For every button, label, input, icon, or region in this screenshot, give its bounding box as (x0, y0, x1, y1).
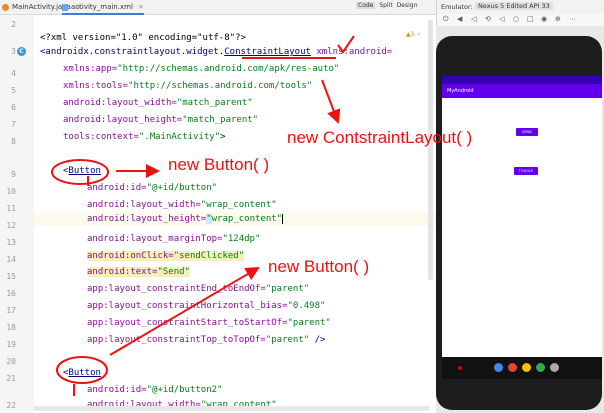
annotation-new-layout: new ContstraintLayout( ) (287, 128, 473, 147)
circle-button-2 (56, 356, 108, 384)
circle-button-1 (51, 159, 109, 185)
check-mark (337, 35, 355, 54)
arrow-button-2 (109, 266, 260, 356)
annotation-new-button-2: new Button( ) (268, 257, 370, 276)
annotation-new-button-1: new Button( ) (168, 155, 270, 174)
arrow-to-new-layout (321, 79, 341, 124)
annotation-overlay (51, 35, 355, 396)
